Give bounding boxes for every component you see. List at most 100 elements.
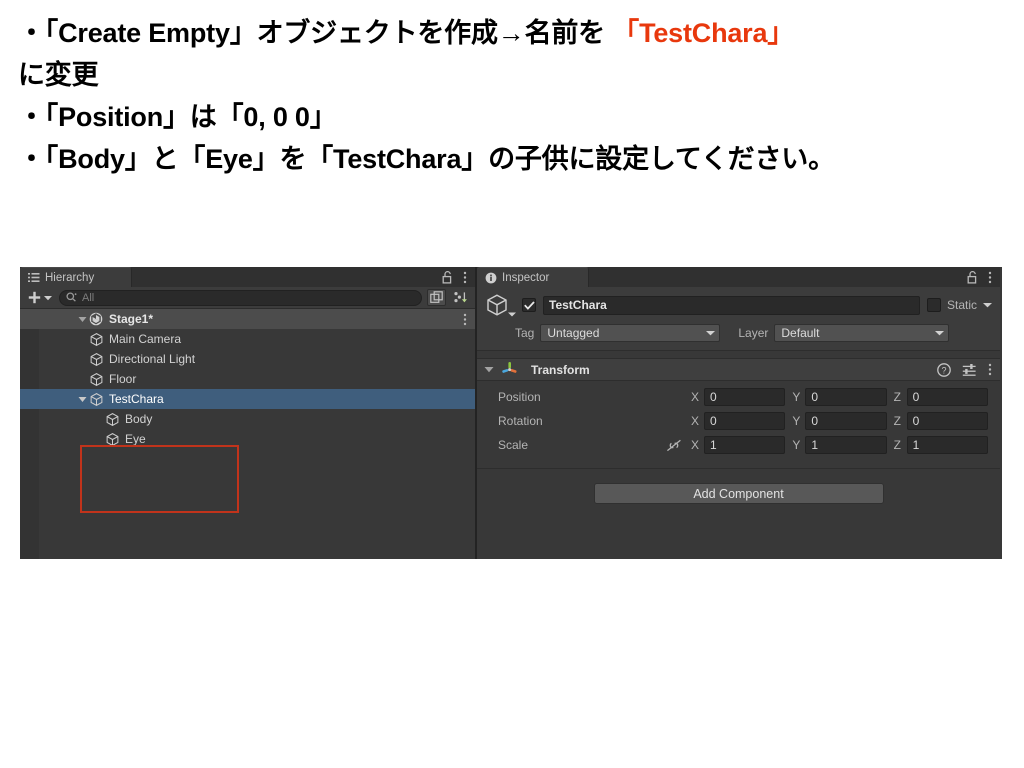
transform-header-actions: ? bbox=[937, 362, 992, 377]
search-in-scene-icon[interactable] bbox=[427, 289, 446, 306]
kebab-menu-icon[interactable] bbox=[463, 313, 475, 326]
axis-label-x: X bbox=[691, 390, 700, 404]
alphabetical-sort-icon[interactable] bbox=[451, 289, 470, 306]
tag-value: Untagged bbox=[547, 326, 600, 340]
axis-label-z: Z bbox=[893, 414, 901, 428]
object-name-value: TestChara bbox=[549, 298, 607, 312]
rotation-y-input[interactable]: 0 bbox=[805, 412, 887, 430]
padlock-unlocked-icon[interactable] bbox=[967, 270, 978, 284]
gameobject-cube-icon bbox=[89, 332, 106, 347]
layer-label: Layer bbox=[738, 326, 769, 340]
hierarchy-tabbar: Hierarchy bbox=[20, 267, 475, 287]
svg-text:?: ? bbox=[941, 365, 946, 375]
hierarchy-item-label: Directional Light bbox=[109, 352, 196, 366]
search-input-placeholder: All bbox=[82, 291, 95, 304]
scale-z-input[interactable]: 1 bbox=[906, 436, 988, 454]
create-object-button[interactable] bbox=[26, 291, 54, 304]
hierarchy-item-body[interactable]: Body bbox=[20, 409, 475, 429]
hierarchy-item-eye[interactable]: Eye bbox=[20, 429, 475, 449]
transform-axis-fields: X1Y1Z1 bbox=[688, 436, 992, 454]
transform-component-title: Transform bbox=[531, 362, 590, 377]
preset-sliders-icon[interactable] bbox=[962, 363, 977, 377]
rotation-z-input[interactable]: 0 bbox=[906, 412, 988, 430]
foldout-expanded-icon[interactable] bbox=[484, 366, 494, 373]
position-x-input[interactable]: 0 bbox=[704, 388, 786, 406]
object-name-input[interactable]: TestChara bbox=[543, 295, 920, 315]
gameobject-cube-icon[interactable] bbox=[485, 293, 516, 317]
rotation-x-input[interactable]: 0 bbox=[704, 412, 786, 430]
hierarchy-item-label: Body bbox=[125, 412, 153, 426]
scale-y-input[interactable]: 1 bbox=[805, 436, 887, 454]
hierarchy-item-label: Main Camera bbox=[109, 332, 182, 346]
transform-axis-fields: X0Y0Z0 bbox=[688, 388, 992, 406]
foldout-expanded-icon[interactable] bbox=[75, 316, 89, 323]
slide-canvas: ・「Create Empty」オブジェクトを作成→名前を 「TestChara」… bbox=[0, 0, 1024, 768]
axis-label-x: X bbox=[691, 438, 700, 452]
layer-dropdown[interactable]: Default bbox=[774, 324, 950, 342]
broken-link-icon[interactable] bbox=[660, 439, 688, 452]
chevron-down-icon[interactable] bbox=[983, 302, 992, 308]
hierarchy-toolbar: All bbox=[20, 287, 475, 309]
scale-x-input[interactable]: 1 bbox=[704, 436, 786, 454]
transform-axis-gizmo-icon bbox=[501, 361, 518, 378]
tab-hierarchy[interactable]: Hierarchy bbox=[20, 267, 132, 287]
hierarchy-scene-row[interactable]: Stage1* bbox=[20, 309, 475, 329]
list-icon bbox=[28, 272, 40, 283]
foldout-expanded-icon[interactable] bbox=[75, 396, 89, 403]
help-question-icon[interactable]: ? bbox=[937, 362, 951, 377]
hierarchy-item-floor[interactable]: Floor bbox=[20, 369, 475, 389]
position-y-input[interactable]: 0 bbox=[805, 388, 887, 406]
kebab-menu-icon[interactable] bbox=[463, 271, 467, 284]
axis-label-y: Y bbox=[792, 438, 801, 452]
enabled-checkbox[interactable] bbox=[522, 298, 536, 312]
static-label: Static bbox=[946, 298, 977, 312]
slide-instruction-text: ・「Create Empty」オブジェクトを作成→名前を 「TestChara」… bbox=[18, 12, 1008, 180]
tag-dropdown[interactable]: Untagged bbox=[540, 324, 721, 342]
add-component-label: Add Component bbox=[693, 486, 784, 501]
padlock-unlocked-icon[interactable] bbox=[442, 270, 453, 284]
chevron-down-icon bbox=[508, 312, 516, 317]
gameobject-cube-icon bbox=[89, 392, 106, 407]
slide-text-line: に変更 bbox=[18, 54, 1008, 96]
gameobject-cube-icon bbox=[89, 372, 106, 387]
add-component-area: Add Component bbox=[477, 469, 1000, 559]
position-z-input[interactable]: 0 bbox=[906, 388, 988, 406]
hierarchy-panel: Hierarchy All Stage1* Main Camera Direct… bbox=[20, 267, 477, 559]
layer-value: Default bbox=[781, 326, 820, 340]
kebab-menu-icon[interactable] bbox=[988, 363, 992, 376]
info-circle-icon bbox=[485, 272, 497, 284]
axis-label-z: Z bbox=[893, 438, 901, 452]
add-component-button[interactable]: Add Component bbox=[593, 483, 884, 504]
slide-text-segment: ・「Position」は「0, 0 0」 bbox=[18, 102, 337, 132]
hierarchy-item-directional-light[interactable]: Directional Light bbox=[20, 349, 475, 369]
slide-text-segment: に変更 bbox=[18, 60, 99, 90]
transform-row-label: Position bbox=[498, 390, 541, 404]
transform-component-header[interactable]: Transform ? bbox=[477, 358, 1000, 381]
hierarchy-item-main-camera[interactable]: Main Camera bbox=[20, 329, 475, 349]
inspector-name-row: TestChara Static bbox=[485, 293, 992, 317]
axis-label-z: Z bbox=[893, 390, 901, 404]
slide-text-line: ・「Position」は「0, 0 0」 bbox=[18, 96, 1008, 138]
slide-text-line: ・「Body」と「Eye」を「TestChara」の子供に設定してください。 bbox=[18, 138, 1008, 180]
transform-row-position: Position X 0 Y 0 Z 0 bbox=[485, 387, 992, 407]
gameobject-cube-icon bbox=[105, 432, 122, 447]
inspector-tabbar-actions bbox=[967, 267, 1000, 287]
slide-text-line: ・「Create Empty」オブジェクトを作成→名前を 「TestChara」 bbox=[18, 12, 1008, 54]
axis-label-y: Y bbox=[792, 414, 801, 428]
static-checkbox[interactable] bbox=[926, 298, 941, 312]
hierarchy-item-testchara[interactable]: TestChara bbox=[20, 389, 475, 409]
gameobject-cube-icon bbox=[89, 352, 106, 367]
hierarchy-item-label: Floor bbox=[109, 372, 137, 386]
hierarchy-tabbar-actions bbox=[442, 267, 475, 287]
slide-text-segment: ・「Create Empty」オブジェクトを作成→名前を bbox=[18, 18, 613, 48]
tab-inspector[interactable]: Inspector bbox=[477, 267, 589, 287]
inspector-tabbar: Inspector bbox=[477, 267, 1000, 287]
static-group: Static bbox=[926, 298, 992, 312]
kebab-menu-icon[interactable] bbox=[988, 271, 992, 284]
gameobject-cube-icon bbox=[105, 412, 122, 427]
hierarchy-item-label: Eye bbox=[125, 432, 146, 446]
hierarchy-item-label: TestChara bbox=[109, 392, 164, 406]
search-input[interactable]: All bbox=[59, 289, 422, 306]
hierarchy-scene-label: Stage1* bbox=[109, 312, 154, 326]
tab-inspector-label: Inspector bbox=[502, 271, 550, 284]
